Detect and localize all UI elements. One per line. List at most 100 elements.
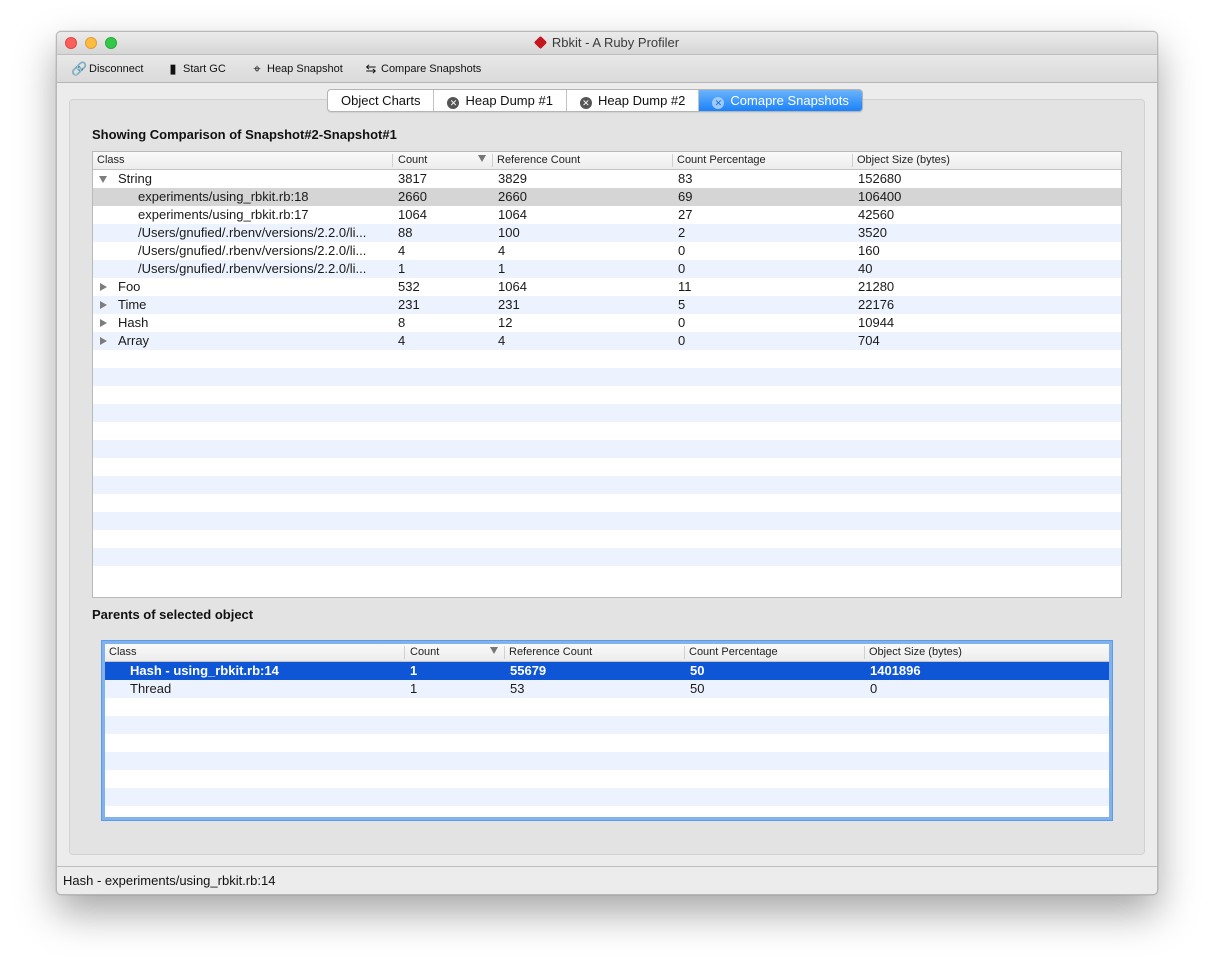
table-row[interactable]: /Users/gnufied/.rbenv/versions/2.2.0/li.… bbox=[93, 242, 1121, 260]
object-size-cell: 3520 bbox=[858, 225, 887, 240]
column-divider bbox=[864, 646, 865, 659]
start-gc-button[interactable]: ▮ Start GC bbox=[165, 61, 225, 77]
class-name-cell: Hash bbox=[118, 315, 149, 330]
reference-count-cell: 3829 bbox=[498, 171, 527, 186]
tab-heap-dump-2[interactable]: ✕ Heap Dump #2 bbox=[567, 90, 700, 111]
tab-heap-dump-1[interactable]: ✕ Heap Dump #1 bbox=[434, 90, 567, 111]
reference-count-cell: 55679 bbox=[510, 663, 547, 678]
class-name-cell: /Users/gnufied/.rbenv/versions/2.2.0/li.… bbox=[138, 243, 367, 258]
tab-object-charts[interactable]: Object Charts bbox=[328, 90, 435, 111]
count-percentage-cell: 0 bbox=[678, 243, 686, 258]
column-header-class[interactable]: Class bbox=[109, 646, 137, 658]
object-size-cell: 40 bbox=[858, 261, 873, 276]
table-row[interactable]: experiments/using_rbkit.rb:17 1064 1064 27 4… bbox=[93, 206, 1121, 224]
object-size-cell: 21280 bbox=[858, 279, 895, 294]
disconnect-button[interactable]: 🔗 Disconnect bbox=[71, 61, 143, 77]
tab-compare-snapshots[interactable]: ✕ Comapre Snapshots bbox=[699, 90, 862, 111]
reference-count-cell: 4 bbox=[498, 243, 506, 258]
count-percentage-cell: 0 bbox=[678, 315, 686, 330]
tab-object-charts-label: Object Charts bbox=[341, 93, 421, 108]
object-size-cell: 152680 bbox=[858, 171, 902, 186]
class-name-cell: /Users/gnufied/.rbenv/versions/2.2.0/li.… bbox=[138, 261, 367, 276]
count-cell: 532 bbox=[398, 279, 420, 294]
column-header-object-size[interactable]: Object Size (bytes) bbox=[857, 154, 950, 166]
column-header-reference-count[interactable]: Reference Count bbox=[497, 154, 580, 166]
column-header-count-percentage[interactable]: Count Percentage bbox=[689, 646, 778, 658]
object-size-cell: 160 bbox=[858, 243, 880, 258]
parents-table-header: Class Count Reference Count Count Percen… bbox=[105, 644, 1109, 662]
column-header-count[interactable]: Count bbox=[398, 154, 427, 166]
reference-count-cell: 1064 bbox=[498, 279, 527, 294]
table-row[interactable]: Foo 532 1064 11 21280 bbox=[93, 278, 1121, 296]
comparison-title: Showing Comparison of Snapshot#2-Snapsho… bbox=[92, 127, 397, 142]
close-tab-icon[interactable]: ✕ bbox=[579, 97, 592, 109]
class-name-cell: Time bbox=[118, 297, 147, 312]
parents-table[interactable]: Class Count Reference Count Count Percen… bbox=[102, 641, 1112, 820]
expand-arrow-icon[interactable] bbox=[100, 283, 107, 291]
count-percentage-cell: 11 bbox=[678, 279, 692, 294]
object-size-cell: 22176 bbox=[858, 297, 895, 312]
count-cell: 2660 bbox=[398, 189, 427, 204]
trash-icon: ▮ bbox=[169, 61, 177, 76]
tab-heap-dump-2-label: Heap Dump #2 bbox=[597, 93, 686, 108]
table-row[interactable]: Hash - using_rbkit.rb:14 1 55679 50 1401896 bbox=[105, 662, 1109, 680]
collapse-arrow-icon[interactable] bbox=[99, 176, 107, 183]
table-row[interactable]: /Users/gnufied/.rbenv/versions/2.2.0/li.… bbox=[93, 224, 1121, 242]
count-cell: 1 bbox=[410, 681, 418, 696]
object-size-cell: 106400 bbox=[858, 189, 902, 204]
empty-row bbox=[93, 548, 1121, 566]
tab-heap-dump-1-label: Heap Dump #1 bbox=[465, 93, 553, 108]
table-row[interactable]: /Users/gnufied/.rbenv/versions/2.2.0/li.… bbox=[93, 260, 1121, 278]
expand-arrow-icon[interactable] bbox=[100, 319, 107, 327]
heap-snapshot-button[interactable]: ⌖ Heap Snapshot bbox=[249, 61, 343, 77]
empty-row bbox=[105, 770, 1109, 788]
parents-title: Parents of selected object bbox=[92, 607, 254, 622]
object-size-cell: 704 bbox=[858, 333, 880, 348]
empty-row bbox=[93, 566, 1121, 584]
column-divider bbox=[852, 154, 853, 167]
tab-bar: Object Charts ✕ Heap Dump #1 ✕ Heap Dump #… bbox=[327, 89, 863, 112]
empty-row bbox=[93, 386, 1121, 404]
reference-count-cell: 2660 bbox=[498, 189, 527, 204]
column-header-class[interactable]: Class bbox=[97, 154, 125, 166]
table-row[interactable]: Time 231 231 5 22176 bbox=[93, 296, 1121, 314]
ruby-app-icon bbox=[533, 35, 548, 50]
empty-row bbox=[93, 512, 1121, 530]
table-row[interactable]: experiments/using_rbkit.rb:18 2660 2660 69 1… bbox=[93, 188, 1121, 206]
empty-row bbox=[93, 476, 1121, 494]
column-header-count[interactable]: Count bbox=[410, 646, 439, 658]
disconnect-label: Disconnect bbox=[89, 63, 144, 75]
close-tab-icon[interactable]: ✕ bbox=[712, 97, 725, 109]
column-header-reference-count[interactable]: Reference Count bbox=[509, 646, 592, 658]
expand-arrow-icon[interactable] bbox=[100, 301, 107, 309]
column-header-count-percentage[interactable]: Count Percentage bbox=[677, 154, 766, 166]
table-row[interactable]: Thread 1 53 50 0 bbox=[105, 680, 1109, 698]
empty-row bbox=[93, 494, 1121, 512]
count-percentage-cell: 27 bbox=[678, 207, 693, 222]
class-name-cell: Array bbox=[118, 333, 150, 348]
title-bar[interactable]: Rbkit - A Ruby Profiler bbox=[57, 32, 1157, 55]
count-percentage-cell: 0 bbox=[678, 261, 686, 276]
compare-snapshots-button[interactable]: ⇆ Compare Snapshots bbox=[363, 61, 482, 77]
close-tab-icon[interactable]: ✕ bbox=[447, 97, 460, 109]
comparison-table[interactable]: Class Count Reference Count Count Percen… bbox=[92, 151, 1122, 598]
expand-arrow-icon[interactable] bbox=[100, 337, 107, 345]
link-icon: 🔗 bbox=[71, 61, 88, 76]
reference-count-cell: 100 bbox=[498, 225, 520, 240]
empty-row bbox=[105, 752, 1109, 770]
class-name-cell: Foo bbox=[118, 279, 141, 294]
table-row[interactable]: String 3817 3829 83 152680 bbox=[93, 170, 1121, 188]
class-name-cell: Hash - using_rbkit.rb:14 bbox=[130, 663, 279, 678]
reference-count-cell: 4 bbox=[498, 333, 506, 348]
table-row[interactable]: Array 4 4 0 704 bbox=[93, 332, 1121, 350]
count-cell: 4 bbox=[398, 333, 406, 348]
count-percentage-cell: 5 bbox=[678, 297, 686, 312]
app-window: Rbkit - A Ruby Profiler 🔗 Disconnect ▮ Sta… bbox=[56, 31, 1158, 895]
column-header-object-size[interactable]: Object Size (bytes) bbox=[869, 646, 962, 658]
table-row[interactable]: Hash 8 12 0 10944 bbox=[93, 314, 1121, 332]
comparison-table-header: Class Count Reference Count Count Percen… bbox=[93, 152, 1121, 170]
reference-count-cell: 12 bbox=[498, 315, 513, 330]
empty-row bbox=[93, 404, 1121, 422]
count-cell: 231 bbox=[398, 297, 420, 312]
column-divider bbox=[504, 646, 505, 659]
